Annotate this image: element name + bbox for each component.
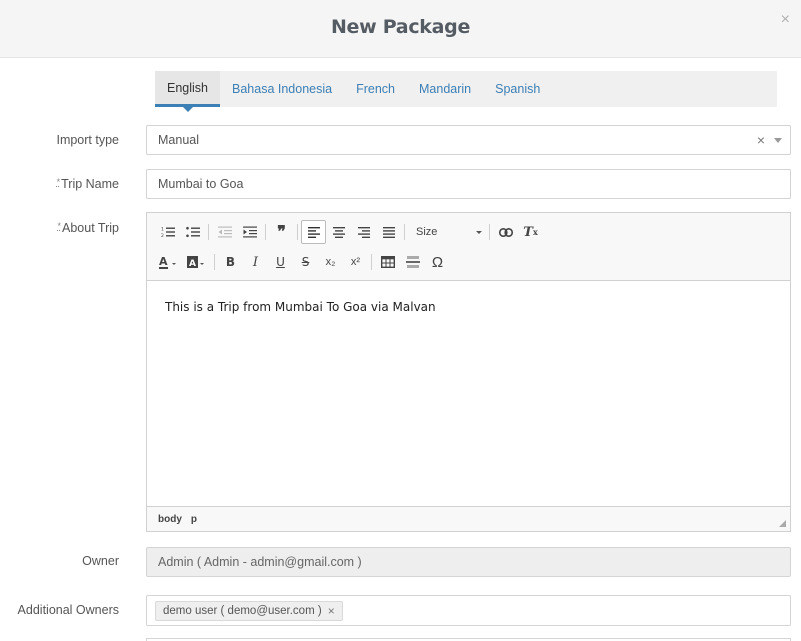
language-tabs: English Bahasa Indonesia French Mandarin… — [155, 71, 777, 112]
chevron-down-icon — [476, 230, 482, 234]
clear-icon[interactable]: × — [757, 126, 765, 154]
required-marker: * — [57, 221, 62, 231]
additional-owners-label: Additional Owners — [17, 603, 119, 617]
background-color-icon[interactable]: A — [183, 250, 211, 274]
special-character-icon[interactable]: Ω — [425, 250, 450, 274]
import-type-value: Manual — [158, 133, 199, 147]
toolbar-separator — [489, 224, 490, 240]
toolbar-separator — [208, 224, 209, 240]
additional-owners-input[interactable]: demo user ( demo@user.com ) × — [146, 595, 791, 626]
toolbar-separator — [214, 254, 215, 270]
modal-title: New Package — [330, 16, 471, 38]
toolbar-separator — [297, 224, 298, 240]
bulleted-list-icon[interactable] — [180, 220, 205, 244]
owner-field: Admin ( Admin - admin@gmail.com ) — [146, 547, 791, 577]
close-icon[interactable]: × — [781, 12, 790, 28]
owner-label: Owner — [82, 554, 119, 568]
svg-text:A: A — [189, 259, 196, 269]
owner-value: Admin ( Admin - admin@gmail.com ) — [158, 555, 362, 569]
svg-text:2: 2 — [161, 233, 164, 238]
tab-spanish[interactable]: Spanish — [483, 71, 552, 107]
remove-tag-icon[interactable]: × — [328, 602, 335, 620]
link-icon[interactable] — [493, 220, 518, 244]
tab-english[interactable]: English — [155, 71, 220, 112]
tab-mandarin[interactable]: Mandarin — [407, 71, 483, 107]
toolbar-row-1: 12 ❞ Size Tx — [155, 219, 543, 245]
resize-handle-icon[interactable] — [779, 520, 786, 527]
text-color-icon[interactable]: A — [155, 250, 183, 274]
path-item-body[interactable]: body — [158, 514, 182, 525]
svg-text:A: A — [159, 255, 168, 268]
import-type-select[interactable]: Manual × — [146, 125, 791, 155]
indent-icon[interactable] — [237, 220, 262, 244]
owner-tag: demo user ( demo@user.com ) × — [155, 601, 343, 621]
blockquote-icon[interactable]: ❞ — [269, 220, 294, 244]
chevron-down-icon[interactable] — [774, 138, 782, 143]
path-item-p[interactable]: p — [191, 514, 197, 525]
tab-bahasa-indonesia[interactable]: Bahasa Indonesia — [220, 71, 344, 107]
editor-content-area[interactable]: This is a Trip from Mumbai To Goa via Ma… — [147, 281, 790, 506]
strikethrough-icon[interactable]: S — [293, 250, 318, 274]
remove-format-icon[interactable]: Tx — [518, 220, 543, 244]
tab-french[interactable]: French — [344, 71, 407, 107]
toolbar-separator — [265, 224, 266, 240]
element-path-bar: body p — [147, 506, 790, 531]
align-center-icon[interactable] — [326, 220, 351, 244]
subscript-icon[interactable]: x₂ — [318, 250, 343, 274]
outdent-icon[interactable] — [212, 220, 237, 244]
numbered-list-icon[interactable]: 12 — [155, 220, 180, 244]
font-size-dropdown[interactable]: Size — [408, 221, 486, 243]
rich-text-editor: 12 ❞ Size Tx A A B I U S x₂ x² Ω This is… — [146, 212, 791, 532]
trip-name-input[interactable]: Mumbai to Goa — [146, 169, 791, 199]
editor-paragraph[interactable]: This is a Trip from Mumbai To Goa via Ma… — [165, 300, 772, 314]
underline-icon[interactable]: U — [268, 250, 293, 274]
italic-icon[interactable]: I — [243, 250, 268, 274]
import-type-label: Import type — [56, 133, 119, 147]
toolbar-separator — [404, 224, 405, 240]
bold-icon[interactable]: B — [218, 250, 243, 274]
trip-name-value: Mumbai to Goa — [158, 177, 244, 191]
align-left-icon[interactable] — [301, 220, 326, 244]
modal-header: New Package × — [0, 0, 801, 58]
horizontal-line-icon[interactable] — [400, 250, 425, 274]
toolbar-row-2: A A B I U S x₂ x² Ω — [155, 249, 450, 275]
svg-text:1: 1 — [161, 227, 164, 233]
font-size-label: Size — [416, 226, 438, 238]
toolbar-separator — [371, 254, 372, 270]
superscript-icon[interactable]: x² — [343, 250, 368, 274]
trip-name-label: *Trip Name — [56, 177, 119, 191]
align-justify-icon[interactable] — [376, 220, 401, 244]
editor-toolbar: 12 ❞ Size Tx A A B I U S x₂ x² Ω — [147, 213, 790, 281]
required-marker: * — [56, 177, 61, 187]
owner-tag-label: demo user ( demo@user.com ) — [163, 605, 322, 617]
table-icon[interactable] — [375, 250, 400, 274]
about-trip-label: *About Trip — [57, 221, 120, 235]
align-right-icon[interactable] — [351, 220, 376, 244]
